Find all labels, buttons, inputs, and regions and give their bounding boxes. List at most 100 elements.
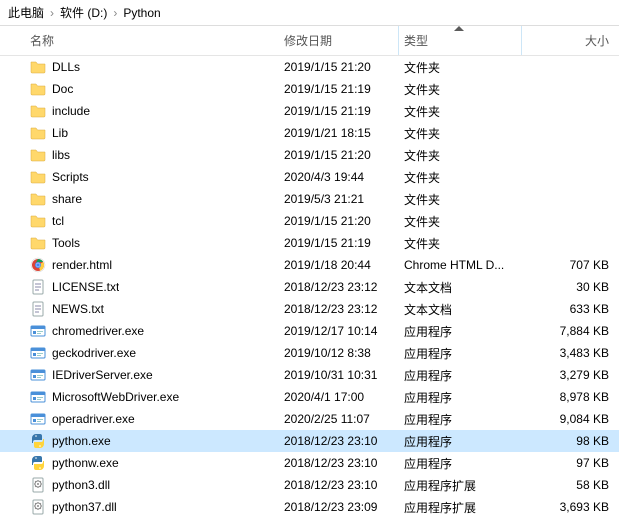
column-header-size[interactable]: 大小 xyxy=(532,32,619,49)
file-row[interactable]: pythonw.exe2018/12/23 23:10应用程序97 KB xyxy=(0,452,619,474)
file-type: 文本文档 xyxy=(404,301,532,318)
breadcrumb-drive[interactable]: 软件 (D:) xyxy=(60,4,107,21)
file-name: NEWS.txt xyxy=(52,302,104,316)
folder-icon xyxy=(30,147,46,163)
file-date: 2018/12/23 23:12 xyxy=(284,302,404,316)
column-headers: 名称 修改日期 类型 大小 xyxy=(0,26,619,56)
file-row[interactable]: IEDriverServer.exe2019/10/31 10:31应用程序3,… xyxy=(0,364,619,386)
file-row[interactable]: python37.dll2018/12/23 23:09应用程序扩展3,693 … xyxy=(0,496,619,518)
file-row[interactable]: MicrosoftWebDriver.exe2020/4/1 17:00应用程序… xyxy=(0,386,619,408)
column-header-name[interactable]: 名称 xyxy=(30,32,284,49)
file-name: Lib xyxy=(52,126,68,140)
file-type: 文件夹 xyxy=(404,147,532,164)
file-list: DLLs2019/1/15 21:20文件夹Doc2019/1/15 21:19… xyxy=(0,56,619,518)
file-name: libs xyxy=(52,148,70,162)
folder-icon xyxy=(30,59,46,75)
file-size: 97 KB xyxy=(532,456,619,470)
file-date: 2018/12/23 23:10 xyxy=(284,478,404,492)
file-name: share xyxy=(52,192,82,206)
file-name: tcl xyxy=(52,214,64,228)
breadcrumb-root[interactable]: 此电脑 xyxy=(8,4,44,21)
folder-icon xyxy=(30,213,46,229)
file-row[interactable]: Tools2019/1/15 21:19文件夹 xyxy=(0,232,619,254)
exe-icon xyxy=(30,323,46,339)
file-name: Tools xyxy=(52,236,80,250)
exe-icon xyxy=(30,367,46,383)
file-name: IEDriverServer.exe xyxy=(52,368,153,382)
chrome-icon xyxy=(30,257,46,273)
folder-icon xyxy=(30,125,46,141)
file-name-cell: share xyxy=(30,191,284,207)
file-date: 2020/4/1 17:00 xyxy=(284,390,404,404)
file-name-cell: chromedriver.exe xyxy=(30,323,284,339)
file-date: 2019/1/15 21:19 xyxy=(284,104,404,118)
file-name: MicrosoftWebDriver.exe xyxy=(52,390,179,404)
file-type: 文本文档 xyxy=(404,279,532,296)
file-row[interactable]: Scripts2020/4/3 19:44文件夹 xyxy=(0,166,619,188)
exe-icon xyxy=(30,411,46,427)
file-name: operadriver.exe xyxy=(52,412,135,426)
file-name: pythonw.exe xyxy=(52,456,119,470)
file-type: 应用程序 xyxy=(404,367,532,384)
python-icon xyxy=(30,433,46,449)
file-name: LICENSE.txt xyxy=(52,280,119,294)
file-type: 应用程序 xyxy=(404,411,532,428)
file-row[interactable]: DLLs2019/1/15 21:20文件夹 xyxy=(0,56,619,78)
file-name-cell: python.exe xyxy=(30,433,284,449)
chevron-right-icon: › xyxy=(113,6,117,20)
file-type: 文件夹 xyxy=(404,191,532,208)
file-name-cell: Lib xyxy=(30,125,284,141)
breadcrumb[interactable]: 此电脑 › 软件 (D:) › Python xyxy=(0,0,619,26)
file-name-cell: python3.dll xyxy=(30,477,284,493)
sort-ascending-icon xyxy=(454,26,464,31)
file-name-cell: operadriver.exe xyxy=(30,411,284,427)
file-row[interactable]: libs 2019/1/15 21:20文件夹 xyxy=(0,144,619,166)
file-size: 9,084 KB xyxy=(532,412,619,426)
file-name: include xyxy=(52,104,90,118)
file-name: DLLs xyxy=(52,60,80,74)
text-icon xyxy=(30,279,46,295)
file-name-cell: NEWS.txt xyxy=(30,301,284,317)
file-type: 应用程序扩展 xyxy=(404,499,532,516)
file-row[interactable]: include2019/1/15 21:19文件夹 xyxy=(0,100,619,122)
file-size: 3,483 KB xyxy=(532,346,619,360)
folder-icon xyxy=(30,191,46,207)
file-row[interactable]: Lib2019/1/21 18:15文件夹 xyxy=(0,122,619,144)
file-row[interactable]: python3.dll2018/12/23 23:10应用程序扩展58 KB xyxy=(0,474,619,496)
file-name-cell: Doc xyxy=(30,81,284,97)
file-type: 应用程序 xyxy=(404,323,532,340)
file-row[interactable]: NEWS.txt2018/12/23 23:12文本文档633 KB xyxy=(0,298,619,320)
file-name: Scripts xyxy=(52,170,89,184)
file-name-cell: Scripts xyxy=(30,169,284,185)
file-size: 7,884 KB xyxy=(532,324,619,338)
file-date: 2019/1/18 20:44 xyxy=(284,258,404,272)
file-name-cell: libs xyxy=(30,147,284,163)
file-date: 2020/2/25 11:07 xyxy=(284,412,404,426)
file-date: 2018/12/23 23:12 xyxy=(284,280,404,294)
file-type: 文件夹 xyxy=(404,235,532,252)
file-date: 2019/1/15 21:20 xyxy=(284,148,404,162)
file-date: 2018/12/23 23:10 xyxy=(284,434,404,448)
file-row[interactable]: geckodriver.exe2019/10/12 8:38应用程序3,483 … xyxy=(0,342,619,364)
file-row[interactable]: tcl2019/1/15 21:20文件夹 xyxy=(0,210,619,232)
folder-icon xyxy=(30,81,46,97)
file-date: 2019/1/15 21:20 xyxy=(284,214,404,228)
file-row[interactable]: operadriver.exe 2020/2/25 11:07应用程序9,084 … xyxy=(0,408,619,430)
file-name-cell: pythonw.exe xyxy=(30,455,284,471)
file-name: Doc xyxy=(52,82,73,96)
file-name-cell: DLLs xyxy=(30,59,284,75)
file-row[interactable]: Doc2019/1/15 21:19文件夹 xyxy=(0,78,619,100)
column-header-date[interactable]: 修改日期 xyxy=(284,32,404,49)
file-name: geckodriver.exe xyxy=(52,346,136,360)
file-name-cell: MicrosoftWebDriver.exe xyxy=(30,389,284,405)
breadcrumb-folder[interactable]: Python xyxy=(123,6,160,20)
file-row[interactable]: chromedriver.exe2019/12/17 10:14应用程序7,88… xyxy=(0,320,619,342)
file-type: 文件夹 xyxy=(404,59,532,76)
folder-icon xyxy=(30,169,46,185)
file-row[interactable]: python.exe2018/12/23 23:10应用程序98 KB xyxy=(0,430,619,452)
file-row[interactable]: share2019/5/3 21:21文件夹 xyxy=(0,188,619,210)
file-row[interactable]: render.html2019/1/18 20:44Chrome HTML D.… xyxy=(0,254,619,276)
file-row[interactable]: LICENSE.txt2018/12/23 23:12文本文档30 KB xyxy=(0,276,619,298)
folder-icon xyxy=(30,235,46,251)
column-header-type[interactable]: 类型 xyxy=(404,32,532,49)
